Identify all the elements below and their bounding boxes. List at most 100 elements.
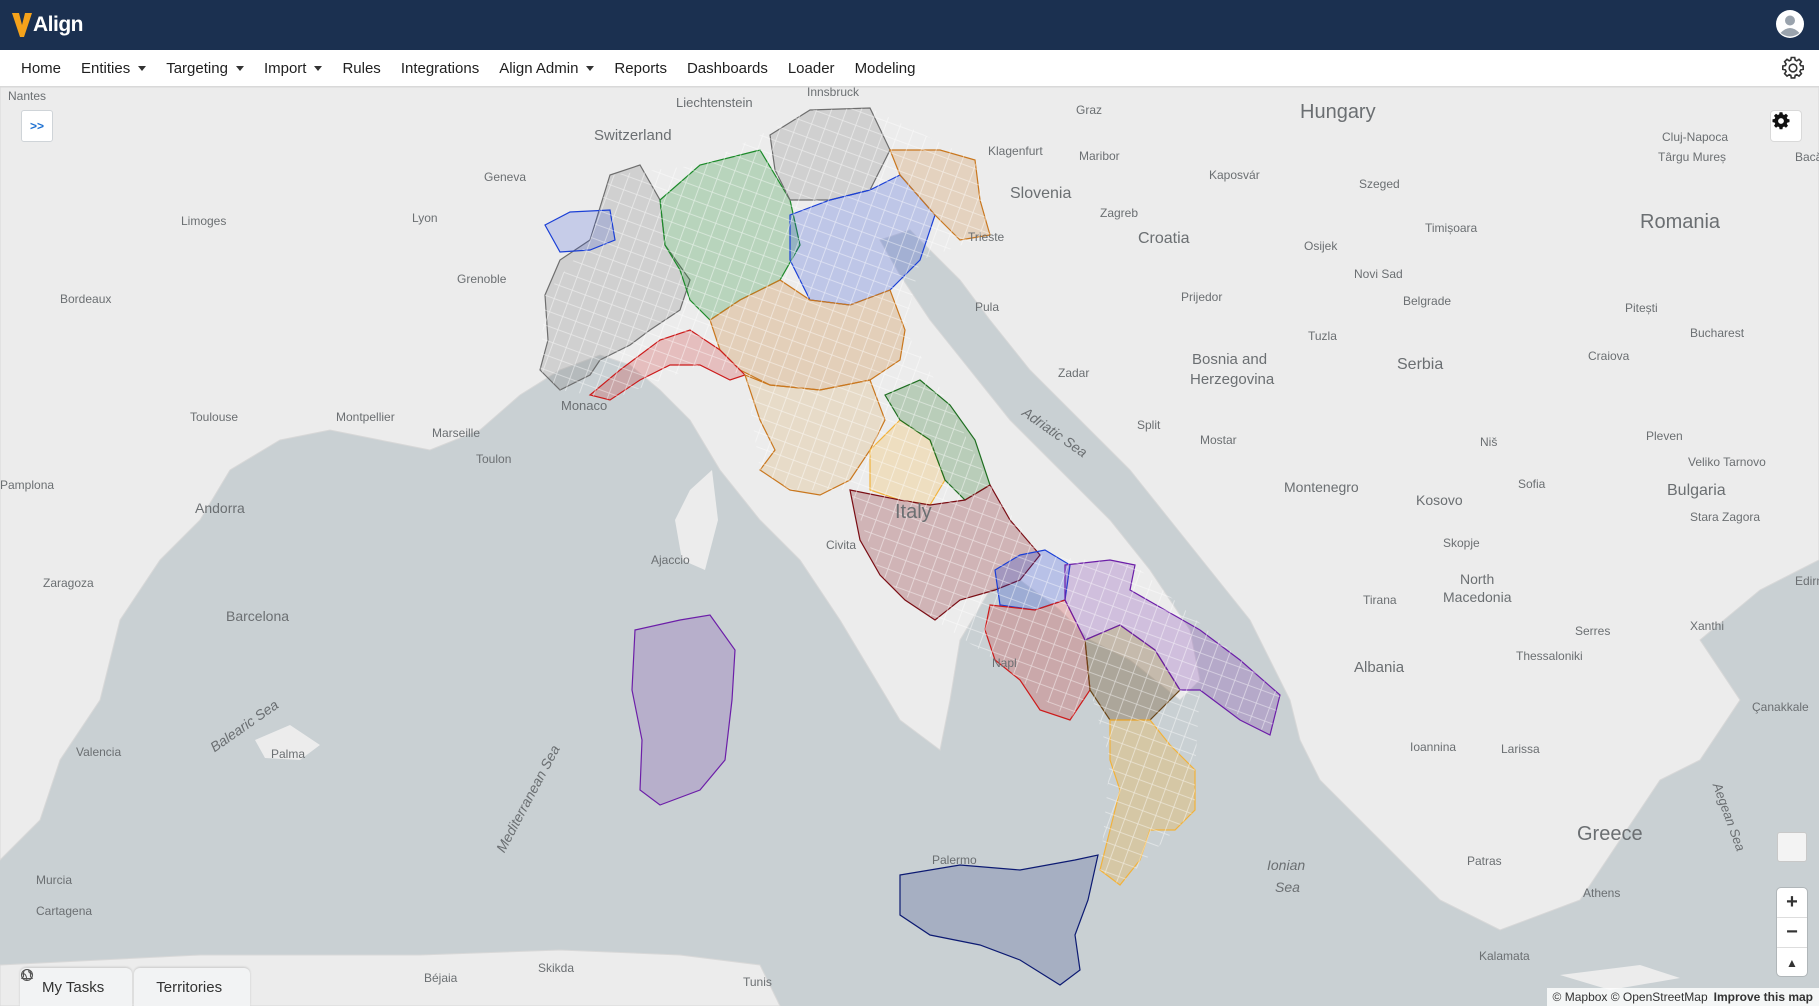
- city-label: Pamplona: [0, 478, 54, 492]
- caret-down-icon: [314, 65, 323, 71]
- label-andorra: Andorra: [195, 500, 245, 516]
- label-albania: Albania: [1354, 659, 1405, 676]
- label-north: North: [1460, 571, 1494, 587]
- city-label: Murcia: [36, 873, 72, 887]
- city-label: Thessaloniki: [1516, 649, 1583, 663]
- label-bosnia: Bosnia and: [1192, 351, 1267, 368]
- label-kosovo: Kosovo: [1416, 492, 1463, 508]
- city-label: Timișoara: [1425, 221, 1478, 235]
- city-label: Montpellier: [336, 410, 395, 424]
- label-italy: Italy: [895, 501, 932, 523]
- city-label: Nantes: [8, 89, 46, 103]
- attribution-text[interactable]: © Mapbox © OpenStreetMap: [1553, 990, 1708, 1004]
- improve-map-link[interactable]: Improve this map: [1714, 990, 1813, 1004]
- veeva-v-logo-icon: [12, 13, 32, 37]
- city-label: Trieste: [968, 230, 1005, 244]
- nav-align-admin[interactable]: Align Admin: [499, 50, 595, 86]
- brand-name: Align: [33, 13, 84, 36]
- map-canvas[interactable]: Hungary Romania Slovenia Croatia Bosnia …: [0, 87, 1819, 1006]
- city-label: Béjaia: [424, 971, 458, 985]
- nav-label: Loader: [787, 59, 835, 77]
- city-label: Grenoble: [457, 272, 507, 286]
- city-label: Valencia: [76, 745, 121, 759]
- city-label: Pula: [975, 300, 999, 314]
- zoom-controls: + − ▲: [1777, 888, 1807, 976]
- label-montenegro: Montenegro: [1284, 479, 1359, 495]
- city-label: Pleven: [1646, 429, 1683, 443]
- nav-reports[interactable]: Reports: [614, 50, 667, 86]
- label-croatia: Croatia: [1138, 230, 1190, 247]
- label-greece: Greece: [1577, 823, 1643, 845]
- layer-toggle-button[interactable]: [1777, 832, 1807, 862]
- nav-label: Integrations: [400, 59, 480, 77]
- city-label: Tuzla: [1308, 329, 1337, 343]
- zoom-out-button[interactable]: −: [1777, 918, 1807, 948]
- nav-targeting[interactable]: Targeting: [166, 50, 244, 86]
- city-label: Athens: [1583, 886, 1620, 900]
- tab-my-tasks[interactable]: My Tasks: [20, 968, 133, 1006]
- city-label: Serres: [1575, 624, 1610, 638]
- city-label: Marseille: [432, 426, 480, 440]
- city-label: Toulouse: [190, 410, 238, 424]
- city-label: Novi Sad: [1354, 267, 1403, 281]
- compass-button[interactable]: ▲: [1777, 948, 1807, 977]
- city-label: Bacău: [1795, 150, 1819, 164]
- city-label: Bucharest: [1690, 326, 1745, 340]
- map-settings-button[interactable]: [1771, 111, 1801, 141]
- caret-down-icon: [138, 65, 147, 71]
- tab-label: My Tasks: [42, 978, 105, 996]
- city-label: Cartagena: [36, 904, 92, 918]
- city-label: Patras: [1467, 854, 1502, 868]
- map-attribution: © Mapbox © OpenStreetMap Improve this ma…: [1546, 988, 1819, 1006]
- city-label: Limoges: [181, 214, 226, 228]
- label-slovenia: Slovenia: [1010, 185, 1071, 202]
- nav-label: Home: [21, 59, 62, 77]
- nav-modeling[interactable]: Modeling: [855, 50, 916, 86]
- city-label: Graz: [1076, 103, 1102, 117]
- caret-down-icon: [586, 65, 595, 71]
- city-label: Barcelona: [226, 608, 289, 624]
- nav-label: Targeting: [166, 59, 228, 77]
- nav-entities[interactable]: Entities: [81, 50, 147, 86]
- city-label: Civita: [826, 538, 856, 552]
- expand-panel-button[interactable]: >>: [21, 110, 53, 142]
- nav-loader[interactable]: Loader: [788, 50, 835, 86]
- main-nav: Home Entities Targeting Import Rules Int…: [0, 50, 1819, 87]
- city-label: Ioannina: [1410, 740, 1456, 754]
- label-serbia: Serbia: [1397, 356, 1443, 373]
- city-label: Târgu Mureș: [1658, 150, 1726, 164]
- map-svg: Hungary Romania Slovenia Croatia Bosnia …: [0, 87, 1819, 1006]
- city-label: Çanakkale: [1752, 700, 1809, 714]
- city-label: Edirne: [1795, 574, 1819, 588]
- city-label: Palma: [271, 747, 305, 761]
- brand-logo[interactable]: Align: [12, 13, 84, 37]
- label-bulgaria: Bulgaria: [1667, 482, 1726, 499]
- tab-territories[interactable]: Territories: [20, 968, 251, 1006]
- label-liechtenstein: Liechtenstein: [676, 95, 753, 110]
- top-header: Align: [0, 0, 1819, 50]
- city-label: Veliko Tarnovo: [1688, 455, 1766, 469]
- user-avatar-icon[interactable]: [1775, 9, 1805, 39]
- city-label: Prijedor: [1181, 290, 1222, 304]
- city-label: Mostar: [1200, 433, 1237, 447]
- tab-label: Territories: [156, 978, 223, 996]
- gear-icon: [1772, 112, 1790, 130]
- label-ionian-sea: Sea: [1275, 879, 1300, 895]
- city-label: Palermo: [932, 853, 977, 867]
- nav-home[interactable]: Home: [21, 50, 61, 86]
- globe-icon: [20, 968, 34, 982]
- nav-import[interactable]: Import: [264, 50, 323, 86]
- nav-integrations[interactable]: Integrations: [401, 50, 479, 86]
- city-label: Szeged: [1359, 177, 1400, 191]
- label-switzerland: Switzerland: [594, 127, 672, 144]
- city-label: Sofia: [1518, 477, 1546, 491]
- label-herzegovina: Herzegovina: [1190, 371, 1275, 388]
- city-label: Bordeaux: [60, 292, 111, 306]
- nav-dashboards[interactable]: Dashboards: [687, 50, 768, 86]
- nav-label: Dashboards: [686, 59, 768, 77]
- city-label: Tunis: [743, 975, 772, 989]
- bottom-tabs: My Tasks Territories: [20, 968, 252, 1006]
- nav-rules[interactable]: Rules: [342, 50, 380, 86]
- gear-icon[interactable]: [1781, 56, 1805, 80]
- zoom-in-button[interactable]: +: [1777, 888, 1807, 918]
